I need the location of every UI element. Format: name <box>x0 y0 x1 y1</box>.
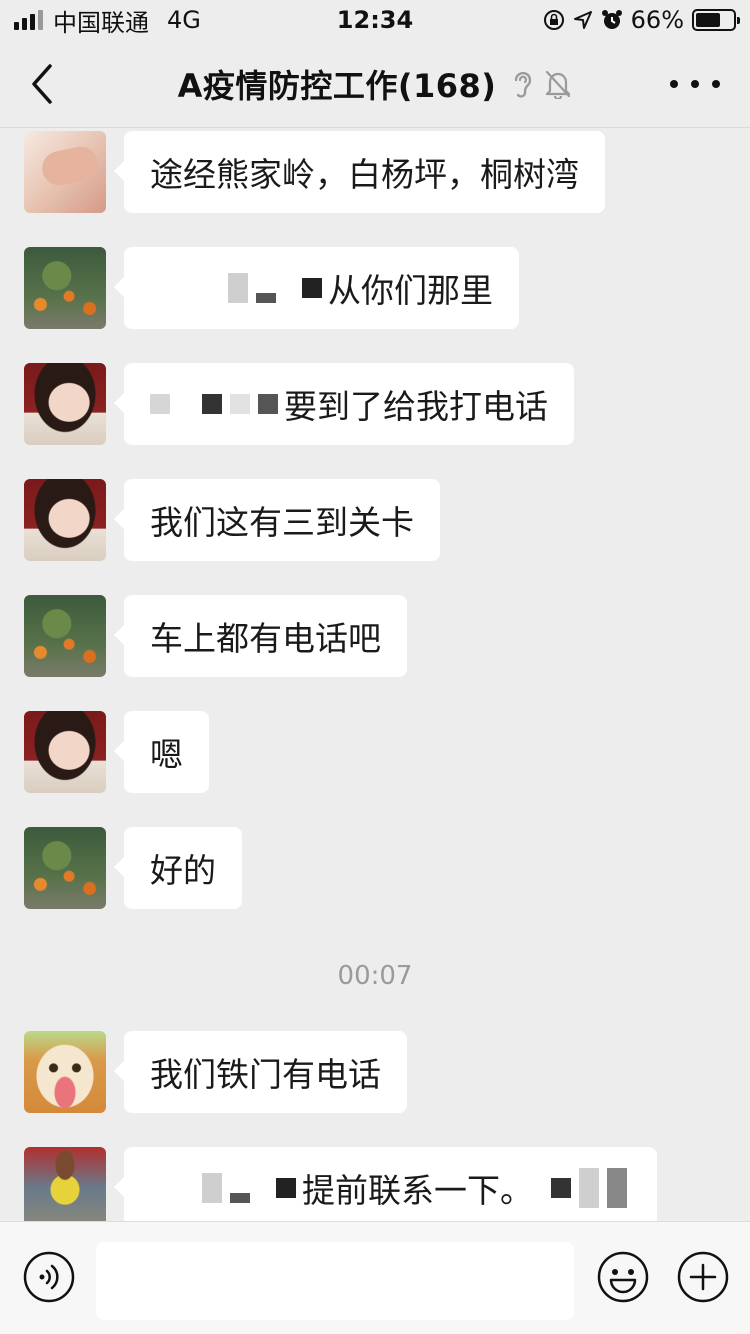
signal-icon <box>14 10 43 30</box>
redacted-mosaic <box>150 273 322 303</box>
orange-tree-avatar[interactable] <box>24 247 106 329</box>
message-text: 从你们那里 <box>328 271 493 310</box>
chat-title: A疫情防控工作(168) <box>177 66 497 105</box>
orange-tree-avatar[interactable] <box>24 595 106 677</box>
message-text: 嗯 <box>150 735 183 774</box>
battery-icon <box>692 9 740 31</box>
message-bubble[interactable]: 途经熊家岭，白杨坪，桐树湾 <box>114 131 605 213</box>
message-list[interactable]: 途经熊家岭，白杨坪，桐树湾 从你们那里 要到了给我打电话 我们这有三到关卡 车上… <box>0 129 750 1221</box>
man-avatar[interactable] <box>24 1147 106 1221</box>
redacted-mosaic <box>150 394 278 414</box>
message-text: 途经熊家岭，白杨坪，桐树湾 <box>150 155 579 194</box>
more-icon-dot <box>712 80 720 88</box>
carrier-label: 中国联通 <box>53 8 149 37</box>
hand-avatar[interactable] <box>24 131 106 213</box>
woman-avatar[interactable] <box>24 363 106 445</box>
chat-header: A疫情防控工作(168) <box>0 40 750 128</box>
voice-icon[interactable] <box>22 1250 76 1304</box>
redacted-mosaic <box>150 1173 296 1203</box>
woman-avatar[interactable] <box>24 479 106 561</box>
plus-icon[interactable] <box>676 1250 730 1304</box>
back-button[interactable] <box>28 62 60 106</box>
message-bubble[interactable]: 要到了给我打电话 <box>114 363 574 445</box>
more-button[interactable] <box>670 70 720 98</box>
battery-fill <box>696 13 720 27</box>
message-bubble[interactable]: 我们这有三到关卡 <box>114 479 440 561</box>
message-bubble[interactable]: 提前联系一下。 <box>114 1147 657 1221</box>
more-icon-dot <box>670 80 678 88</box>
message-bubble[interactable]: 车上都有电话吧 <box>114 595 407 677</box>
woman-avatar[interactable] <box>24 711 106 793</box>
orientation-lock-icon <box>543 10 564 30</box>
mute-notification-icon <box>546 70 571 99</box>
message-text: 提前联系一下。 <box>302 1171 533 1210</box>
input-bar <box>0 1221 750 1334</box>
message-bubble[interactable]: 从你们那里 <box>114 247 519 329</box>
message-text: 车上都有电话吧 <box>150 619 381 658</box>
battery-percent: 66% <box>630 6 684 34</box>
orange-tree-avatar[interactable] <box>24 827 106 909</box>
more-icon-dot <box>691 80 699 88</box>
message-input[interactable] <box>96 1242 574 1320</box>
emoji-icon[interactable] <box>596 1250 650 1304</box>
location-icon <box>573 11 592 29</box>
status-right: 66% <box>543 6 740 34</box>
message-text: 好的 <box>150 851 216 890</box>
alarm-icon <box>601 10 622 29</box>
status-left: 中国联通 4G <box>14 3 201 38</box>
redacted-mosaic <box>551 1168 627 1208</box>
message-bubble[interactable]: 好的 <box>114 827 242 909</box>
message-bubble[interactable]: 嗯 <box>114 711 209 793</box>
message-text: 要到了给我打电话 <box>284 387 548 426</box>
time-separator: 00:07 <box>337 961 413 991</box>
status-bar: 中国联通 4G 12:34 66% <box>0 0 750 40</box>
header-status-icons <box>510 68 572 100</box>
dog-avatar[interactable] <box>24 1031 106 1113</box>
network-label: 4G <box>167 6 201 34</box>
message-text: 我们这有三到关卡 <box>150 503 414 542</box>
message-bubble[interactable]: 我们铁门有电话 <box>114 1031 407 1113</box>
earpiece-icon <box>515 71 532 98</box>
message-text: 我们铁门有电话 <box>150 1055 381 1094</box>
